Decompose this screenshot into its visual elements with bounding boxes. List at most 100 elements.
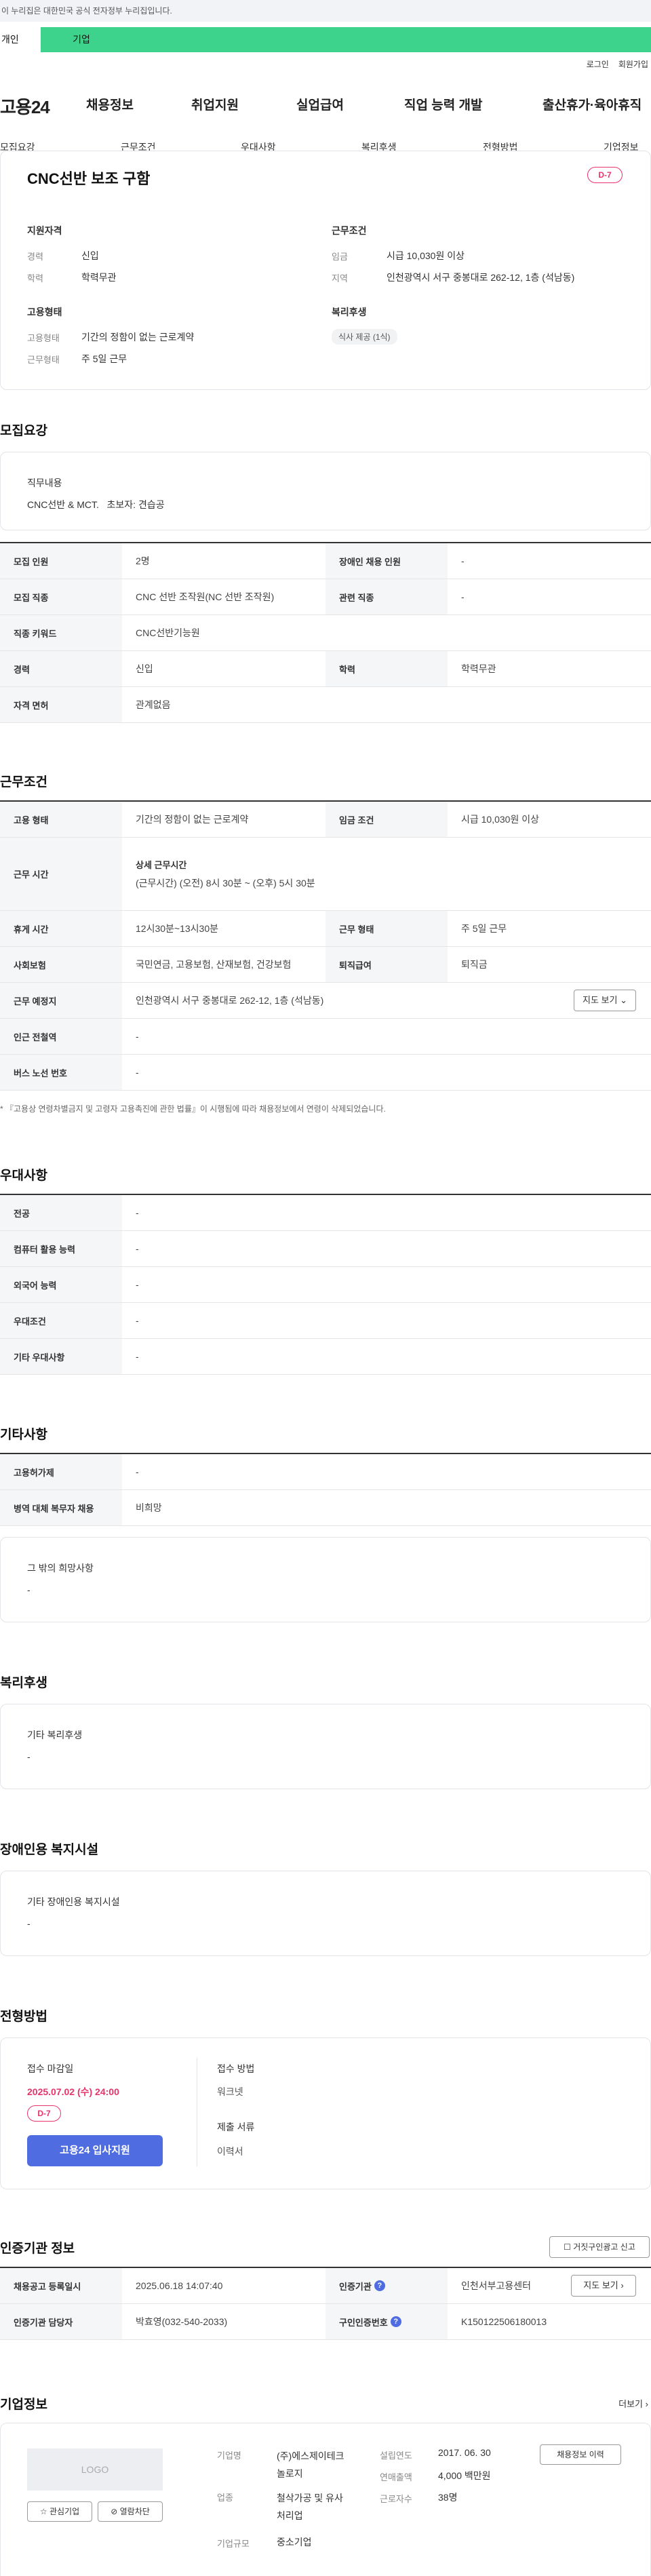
welfare-section-title: 복리후생 (0, 1676, 47, 1690)
company-logo: LOGO (27, 2448, 163, 2491)
gov-notice-bar: 이 누리집은 대한민국 공식 전자정부 누리집입니다. (0, 0, 651, 22)
more-label: 더보기 (618, 2399, 644, 2409)
work-section-title: 근무조건 (0, 775, 47, 789)
docs-label: 제출 서류 (217, 2122, 255, 2132)
company-name-label: 기업명 (217, 2451, 241, 2461)
table-row: 근무 시간 상세 근무시간 (근무시간) (오전) 8시 30분 ~ (오후) … (0, 838, 651, 911)
gnb-vocational-training[interactable]: 직업 능력 개발 (404, 95, 482, 113)
founded-label: 설립연도 (380, 2451, 412, 2461)
table-header: 근무 시간 (0, 838, 122, 910)
gov-notice-text: 이 누리집은 대한민국 공식 전자정부 누리집입니다. (1, 6, 172, 16)
help-icon[interactable]: ? (390, 2316, 401, 2327)
table-header: 퇴직급여 (326, 947, 448, 982)
table-cell: 12시30분~13시30분 (136, 923, 218, 934)
company-section-title: 기업정보 (0, 2398, 47, 2412)
tab-company[interactable]: 기업 (41, 27, 122, 52)
gnb-employment-support[interactable]: 취업지원 (191, 95, 239, 113)
table-header: 모집 인원 (0, 543, 122, 579)
table-header: 우대조건 (0, 1303, 122, 1338)
table-header: 인증기관? (326, 2268, 448, 2303)
chevron-down-icon: ⌄ (620, 995, 627, 1005)
job-history-button[interactable]: 채용정보 이력 (540, 2444, 621, 2465)
company-more-link[interactable]: 더보기 › (618, 2397, 648, 2410)
table-header: 자격 면허 (0, 687, 122, 722)
apply-button[interactable]: 고용24 입사지원 (27, 2135, 163, 2166)
cert-map-button[interactable]: 지도 보기 › (571, 2275, 636, 2297)
disabled-label: 기타 장애인용 복지시설 (27, 1896, 120, 1907)
employees-value: 38명 (438, 2492, 458, 2503)
industry-value: 철삭가공 및 유사 처리업 (277, 2493, 343, 2521)
table-header: 관련 직종 (326, 579, 448, 614)
table-header: 직종 키워드 (0, 615, 122, 650)
industry-label: 업종 (217, 2493, 233, 2503)
false-ad-report-button[interactable]: ☐ 거짓구인광고 신고 (549, 2236, 650, 2258)
gnb-parental-leave[interactable]: 출산휴가·육아휴직 (542, 95, 642, 113)
table-cell: - (136, 1067, 139, 1078)
cert-map-label: 지도 보기 (583, 2280, 618, 2290)
table-cell: - (461, 555, 465, 566)
gnb-unemployment-benefit[interactable]: 실업급여 (296, 95, 344, 113)
gnb-job-info[interactable]: 채용정보 (86, 95, 134, 113)
login-link[interactable]: 로그인 (587, 60, 609, 69)
table-row: 병역 대체 복무자 채용 비희망 (0, 1490, 651, 1526)
qual-label: 경력 (27, 252, 43, 262)
table-cell: 기간의 정함이 없는 근로계약 (136, 814, 249, 825)
table-row: 컴퓨터 활용 능력 - (0, 1231, 651, 1267)
map-view-button[interactable]: 지도 보기 ⌄ (574, 990, 636, 1011)
table-header: 경력 (0, 651, 122, 686)
table-cell: - (461, 591, 465, 602)
block-icon: ⊘ (111, 2507, 118, 2516)
table-row: 모집 인원 2명 장애인 채용 인원 - (0, 543, 651, 579)
cert-org-header: 인증기관 (339, 2281, 372, 2292)
qual-label: 학력 (27, 273, 43, 284)
table-header: 학력 (326, 651, 448, 686)
table-header: 장애인 채용 인원 (326, 543, 448, 579)
table-row: 사회보험 국민연금, 고용보험, 산재보험, 건강보험 퇴직급여 퇴직금 (0, 947, 651, 983)
hope-label: 그 밖의 희망사항 (27, 1563, 94, 1574)
table-cell: - (136, 1279, 139, 1290)
table-cell: - (136, 1351, 139, 1362)
welfare-label: 기타 복리후생 (27, 1730, 83, 1740)
deadline-label: 접수 마감일 (27, 2063, 74, 2074)
table-row: 외국어 능력 - (0, 1267, 651, 1303)
block-view-button[interactable]: ⊘ 열람차단 (98, 2501, 163, 2522)
table-cell: 관계없음 (136, 699, 171, 710)
recruit-section-title: 모집요강 (0, 424, 47, 438)
method-label: 접수 방법 (217, 2063, 255, 2074)
tab-individual[interactable]: 개인 (0, 27, 41, 52)
disabled-section-title: 장애인용 복지시설 (0, 1843, 99, 1857)
pref-section-title: 우대사항 (0, 1169, 47, 1183)
cond-label: 지역 (332, 273, 348, 284)
table-header: 병역 대체 복무자 채용 (0, 1490, 122, 1525)
table-header: 구인인증번호? (326, 2304, 448, 2339)
table-row: 버스 노선 번호 - (0, 1055, 651, 1091)
table-header: 고용 형태 (0, 802, 122, 837)
hope-value: - (27, 1584, 31, 1595)
cond-value: 인천광역시 서구 중봉대로 262-12, 1층 (석남동) (387, 272, 575, 283)
sales-value: 4,000 백만원 (438, 2470, 491, 2481)
favorite-company-button[interactable]: ☆ 관심기업 (27, 2501, 92, 2522)
cert-num-header: 구인인증번호 (339, 2317, 388, 2328)
join-link[interactable]: 회원가입 (618, 60, 648, 69)
table-row: 경력 신입 학력 학력무관 (0, 651, 651, 687)
table-header: 인증기관 담당자 (0, 2304, 122, 2339)
table-cell: 상세 근무시간 (근무시간) (오전) 8시 30분 ~ (오후) 5시 30분 (122, 838, 651, 910)
deadline-value: 2025.07.02 (수) 24:00 (27, 2086, 119, 2097)
block-label: 열람차단 (119, 2507, 150, 2516)
emp-label: 고용형태 (27, 333, 60, 343)
emp-heading: 고용형태 (27, 307, 62, 317)
table-cell: CNC 선반 조작원(NC 선반 조작원) (136, 591, 275, 602)
dday-badge: D-7 (587, 167, 623, 183)
help-icon[interactable]: ? (374, 2280, 385, 2291)
duty-label: 직무내용 (27, 477, 62, 488)
table-cell: 국민연금, 고용보험, 산재보험, 건강보험 (136, 959, 292, 970)
map-view-label: 지도 보기 (583, 995, 618, 1005)
table-header: 외국어 능력 (0, 1267, 122, 1302)
site-logo[interactable]: 고용24 (0, 94, 50, 119)
table-header: 휴게 시간 (0, 911, 122, 946)
work-time-subheading: 상세 근무시간 (136, 860, 187, 870)
cert-section-title: 인증기관 정보 (0, 2242, 75, 2256)
company-size-value: 중소기업 (277, 2537, 312, 2548)
table-cell: 2명 (136, 555, 150, 566)
welfare-heading: 복리후생 (332, 307, 367, 317)
